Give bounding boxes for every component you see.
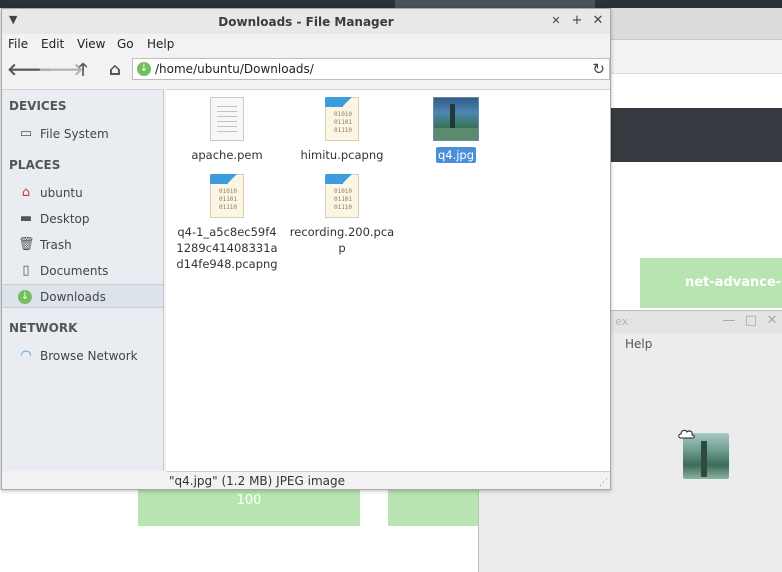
sidebar-item-documents[interactable]: ▯ Documents [2,259,163,283]
sidebar-item-label: Downloads [40,290,106,304]
sidebar-item-label: Desktop [40,212,90,226]
back-arrow-icon[interactable]: 🡐 [7,59,53,81]
file-item[interactable]: 01010 01101 01110 q4-1_a5c8ec59f41289c41… [172,174,282,272]
pcap-bits: 01010 01101 01110 [333,188,353,211]
close-button[interactable]: ✕ [590,13,606,29]
menu-help[interactable]: Help [147,37,174,51]
image-viewer-help-menu[interactable]: Help [625,337,652,351]
pcap-file-icon: 01010 01101 01110 [210,174,244,220]
image-viewer-close-button[interactable]: ✕ [764,313,780,329]
sidebar-item-desktop[interactable]: ▬ Desktop [2,207,163,231]
sidebar-heading-places: PLACES [9,158,61,172]
minimize-button[interactable]: ✕ [548,13,564,29]
background-dark-banner [600,108,782,162]
file-item[interactable]: apache.pem [172,97,282,163]
status-text: "q4.jpg" (1.2 MB) JPEG image [169,474,345,488]
pcap-bits: 01010 01101 01110 [333,111,353,134]
file-manager-window[interactable]: ▼ Downloads - File Manager ✕ + ✕ File Ed… [1,8,611,490]
background-green-box: net-advance-0 [640,258,782,308]
file-name: himitu.pcapng [300,148,384,162]
menu-edit[interactable]: Edit [41,37,64,51]
pcap-bits: 01010 01101 01110 [218,188,238,211]
sidebar-heading-network: NETWORK [9,321,78,335]
document-icon [210,97,244,143]
background-browser-toolbar [600,40,782,74]
drag-cursor-icon [678,429,695,439]
background-green-100-box: 100 [138,486,360,526]
sidebar-item-label: File System [40,127,109,141]
menu-bar: File Edit View Go Help [2,34,610,56]
sidebar-item-file-system[interactable]: ▭ File System [2,122,163,146]
sidebar-item-browse-network[interactable]: ◠ Browse Network [2,344,163,368]
resize-grip-icon[interactable]: ⋰ [599,478,608,488]
sidebar-item-label: Browse Network [40,349,138,363]
toolbar: 🡐 🡒 🡑 ⌂ ↓ /home/ubuntu/Downloads/ ↻ [2,57,610,83]
file-item[interactable]: 01010 01101 01110 himitu.pcapng [287,97,397,163]
menu-view[interactable]: View [77,37,105,51]
file-name: q4-1_a5c8ec59f41289c41408331ad14fe948.pc… [176,225,278,271]
desktop-icon: ▬ [19,211,33,226]
file-item[interactable]: 01010 01101 01110 recording.200.pcap [287,174,397,256]
file-manager-titlebar[interactable]: ▼ Downloads - File Manager ✕ + ✕ [2,9,610,34]
pcap-file-icon: 01010 01101 01110 [325,97,359,143]
image-viewer-title: ex [615,315,629,328]
sidebar-heading-devices: DEVICES [9,99,67,113]
window-title: Downloads - File Manager [218,15,394,29]
image-viewer-minimize-button[interactable]: — [721,313,737,329]
up-arrow-icon[interactable]: 🡑 [72,59,94,81]
sidebar-item-ubuntu[interactable]: ⌂ ubuntu [2,181,163,205]
sidebar-item-downloads[interactable]: ↓ Downloads [2,284,163,308]
trash-icon: 🗑 [18,237,35,252]
file-view[interactable]: apache.pem 01010 01101 01110 himitu.pcap… [166,89,610,471]
home-icon[interactable]: ⌂ [104,59,126,81]
background-green-box-2 [388,486,488,526]
browser-tab-strip [0,0,782,8]
background-browser-tabbar [600,8,782,40]
reload-icon[interactable]: ↻ [592,60,605,78]
browser-active-tab[interactable] [395,0,595,8]
address-bar[interactable]: ↓ /home/ubuntu/Downloads/ ↻ [132,58,610,80]
file-name-highlight: q4.jpg [435,147,477,163]
sidebar-item-label: Documents [40,264,109,278]
drive-icon: ▭ [19,126,33,141]
maximize-button[interactable]: + [569,13,585,29]
file-name: apache.pem [191,148,263,162]
sidebar-item-label: Trash [40,238,72,252]
folder-icon: ▯ [22,263,30,278]
menu-go[interactable]: Go [117,37,134,51]
home-icon: ⌂ [21,185,31,200]
image-viewer-maximize-button[interactable]: □ [743,313,759,329]
download-icon: ↓ [18,290,32,304]
sidebar-item-label: ubuntu [40,186,83,200]
sidebar-item-trash[interactable]: 🗑 Trash [2,233,163,257]
sidebar: DEVICES ▭ File System PLACES ⌂ ubuntu ▬ … [2,89,164,471]
status-bar: "q4.jpg" (1.2 MB) JPEG image ⋰ [166,471,610,489]
file-item-selected[interactable]: q4.jpg [401,97,511,163]
wifi-icon: ◠ [20,348,32,363]
image-file-icon [433,97,479,143]
download-folder-icon: ↓ [137,62,151,76]
pcap-file-icon: 01010 01101 01110 [325,174,359,220]
menu-file[interactable]: File [8,37,28,51]
file-name: q4.jpg [401,147,511,163]
file-name: recording.200.pcap [289,225,395,255]
forward-arrow-icon[interactable]: 🡒 [38,59,84,81]
address-path[interactable]: /home/ubuntu/Downloads/ [155,62,314,76]
